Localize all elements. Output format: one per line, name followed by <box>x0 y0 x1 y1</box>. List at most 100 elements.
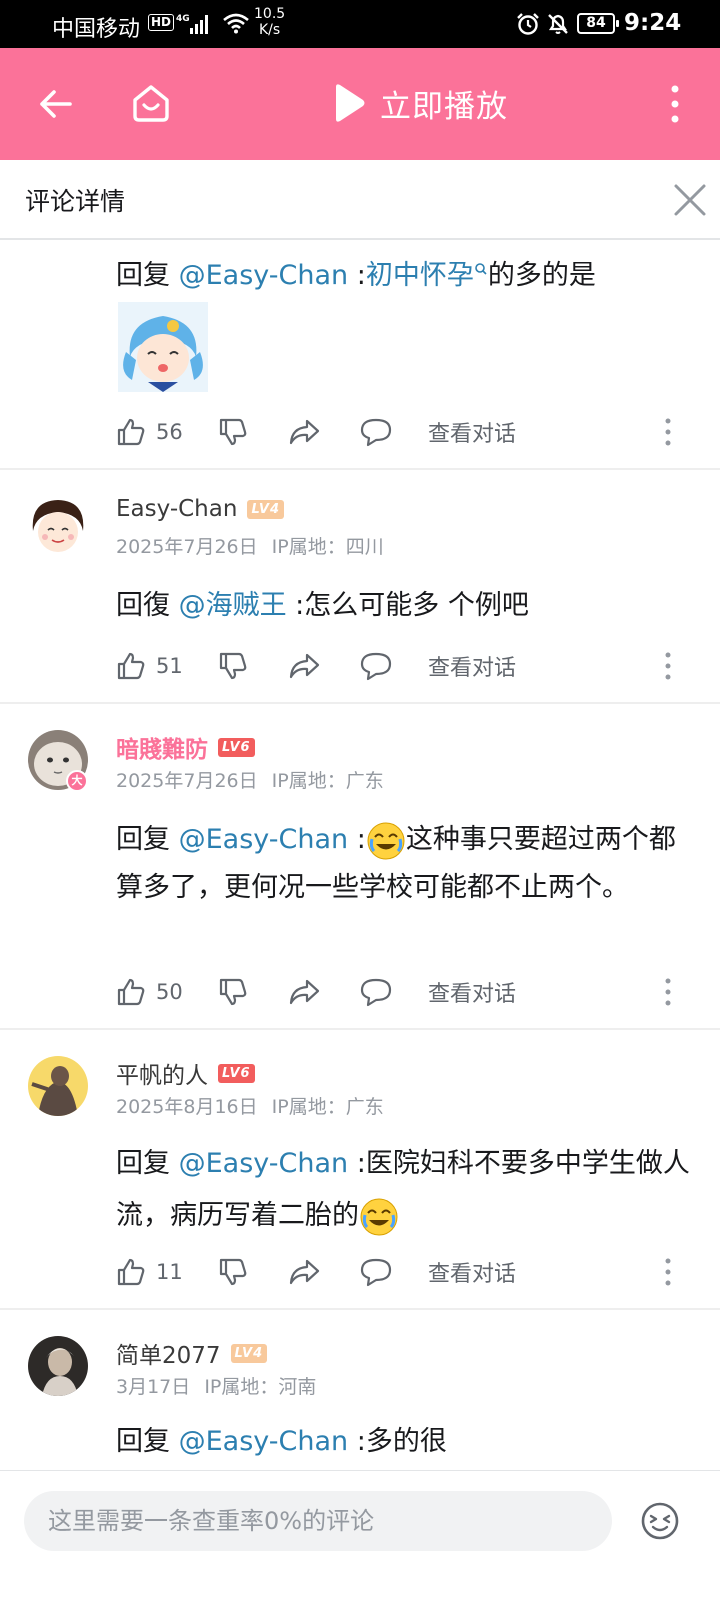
comment-bubble-icon <box>360 1258 392 1287</box>
username[interactable]: 平帆的人 <box>116 1056 208 1090</box>
thumb-up-icon <box>117 1258 145 1286</box>
mention-link[interactable]: @Easy-Chan <box>179 1148 349 1179</box>
thumb-down-icon <box>219 418 247 446</box>
emoji-icon[interactable] <box>640 1501 680 1541</box>
username[interactable]: 暗賤難防 <box>116 730 208 764</box>
mention-link[interactable]: @Easy-Chan <box>179 1426 349 1457</box>
comment-text: 回复 @Easy-Chan :医院妇科不要多中学生做人流，病历写着二胎的 <box>116 1138 696 1242</box>
like-button[interactable]: 51 <box>116 646 183 686</box>
play-now-button[interactable]: 立即播放 <box>332 78 508 128</box>
like-button[interactable]: 56 <box>116 412 183 452</box>
share-button[interactable] <box>288 1252 320 1292</box>
level-badge: LV6 <box>218 1063 255 1083</box>
colon: : <box>348 260 366 291</box>
avatar[interactable] <box>28 1056 88 1116</box>
reply-button[interactable] <box>360 412 392 452</box>
view-dialog-label: 查看对话 <box>428 1262 517 1287</box>
ip-location: IP属地：四川 <box>271 536 384 558</box>
comment-bubble-icon <box>360 978 392 1007</box>
play-icon <box>336 84 365 122</box>
more-vertical-icon[interactable] <box>668 84 682 124</box>
comment-text: 回复 @Easy-Chan :初中怀孕 的多的是 <box>116 252 696 300</box>
share-button[interactable] <box>288 412 320 452</box>
reply-button[interactable] <box>360 972 392 1012</box>
home-icon[interactable] <box>130 82 172 124</box>
mention-link[interactable]: @Easy-Chan <box>179 260 349 291</box>
search-icon <box>475 263 487 275</box>
comment-item: 简单2077 LV4 3月17日 IP属地：河南 回复 @Easy-Chan :… <box>0 1310 720 1470</box>
view-dialog-link[interactable]: 查看对话 <box>428 972 516 1012</box>
mention-link[interactable]: @海贼王 <box>179 590 287 621</box>
username[interactable]: Easy-Chan <box>116 496 237 522</box>
comment-item: Easy-Chan LV4 2025年7月26日 IP属地：四川 回復 @海贼王… <box>0 470 720 704</box>
reply-prefix: 回复 <box>116 1426 179 1457</box>
level-badge: LV4 <box>230 1343 268 1363</box>
mute-bell-icon <box>548 14 568 34</box>
more-vertical-icon[interactable] <box>664 1257 672 1287</box>
user-info: 平帆的人 LV6 <box>116 1056 255 1090</box>
avatar[interactable] <box>28 1336 88 1396</box>
like-count: 11 <box>156 1260 183 1284</box>
hd-badge: HD <box>148 14 175 31</box>
dislike-button[interactable] <box>218 972 248 1012</box>
colon: : <box>348 1426 366 1457</box>
sticker-image[interactable] <box>118 302 208 392</box>
network-type: 4G <box>176 14 190 24</box>
dislike-button[interactable] <box>218 1252 248 1292</box>
top-nav-bar: 立即播放 <box>0 48 720 160</box>
view-dialog-link[interactable]: 查看对话 <box>428 1252 516 1292</box>
comment-actions: 50 查看对话 <box>116 972 696 1012</box>
comment-meta: 3月17日 IP属地：河南 <box>116 1372 316 1399</box>
comment-meta: 2025年7月26日 IP属地：广东 <box>116 766 384 793</box>
more-vertical-icon[interactable] <box>664 651 672 681</box>
reply-button[interactable] <box>360 1252 392 1292</box>
view-dialog-link[interactable]: 查看对话 <box>428 412 516 452</box>
battery-level: 84 <box>577 13 619 34</box>
signal-icon: 4G <box>176 14 208 34</box>
share-button[interactable] <box>288 972 320 1012</box>
comment-meta: 2025年8月16日 IP属地：广东 <box>116 1092 384 1119</box>
colon: : <box>348 824 366 855</box>
share-icon <box>289 1259 320 1285</box>
view-dialog-label: 查看对话 <box>428 982 517 1007</box>
comment-input[interactable]: 这里需要一条查重率0%的评论 <box>24 1491 612 1551</box>
search-keyword-link[interactable]: 初中怀孕 <box>366 260 474 291</box>
share-icon <box>289 419 320 445</box>
clock: 9:24 <box>624 10 682 36</box>
colon: : <box>348 1148 366 1179</box>
page-title: 评论详情 <box>25 187 126 216</box>
comment-body: 的多的是 <box>487 260 596 291</box>
avatar[interactable] <box>28 496 88 556</box>
colon: : <box>286 590 305 621</box>
close-icon[interactable] <box>672 182 708 218</box>
user-info: Easy-Chan LV4 <box>116 496 285 522</box>
view-dialog-link[interactable]: 查看对话 <box>428 646 516 686</box>
like-button[interactable]: 50 <box>116 972 183 1012</box>
comment-text: 回复 @Easy-Chan :多的很 <box>116 1418 696 1466</box>
ip-location: IP属地：广东 <box>271 770 384 792</box>
comment-date: 2025年8月16日 <box>116 1096 258 1118</box>
comment-actions: 56 查看对话 <box>116 412 696 452</box>
more-vertical-icon[interactable] <box>664 417 672 447</box>
like-count: 51 <box>156 654 183 678</box>
speed-unit: K/s <box>258 22 281 38</box>
reply-prefix: 回复 <box>116 824 179 855</box>
reply-prefix: 回復 <box>116 590 179 621</box>
dislike-button[interactable] <box>218 646 248 686</box>
comment-date: 3月17日 <box>116 1376 191 1398</box>
share-button[interactable] <box>288 646 320 686</box>
comment-item: 平帆的人 LV6 2025年8月16日 IP属地：广东 回复 @Easy-Cha… <box>0 1030 720 1310</box>
dislike-button[interactable] <box>218 412 248 452</box>
more-vertical-icon[interactable] <box>664 977 672 1007</box>
like-count: 50 <box>156 980 183 1004</box>
comment-date: 2025年7月26日 <box>116 770 258 792</box>
carrier-name: 中国移动 <box>52 17 141 42</box>
back-arrow-icon[interactable] <box>36 84 76 124</box>
like-button[interactable]: 11 <box>116 1252 183 1292</box>
comment-detail-header: 评论详情 <box>0 160 720 240</box>
reply-button[interactable] <box>360 646 392 686</box>
mention-link[interactable]: @Easy-Chan <box>179 824 349 855</box>
username[interactable]: 简单2077 <box>116 1336 221 1370</box>
reply-prefix: 回复 <box>116 260 179 291</box>
comment-meta: 2025年7月26日 IP属地：四川 <box>116 532 384 559</box>
